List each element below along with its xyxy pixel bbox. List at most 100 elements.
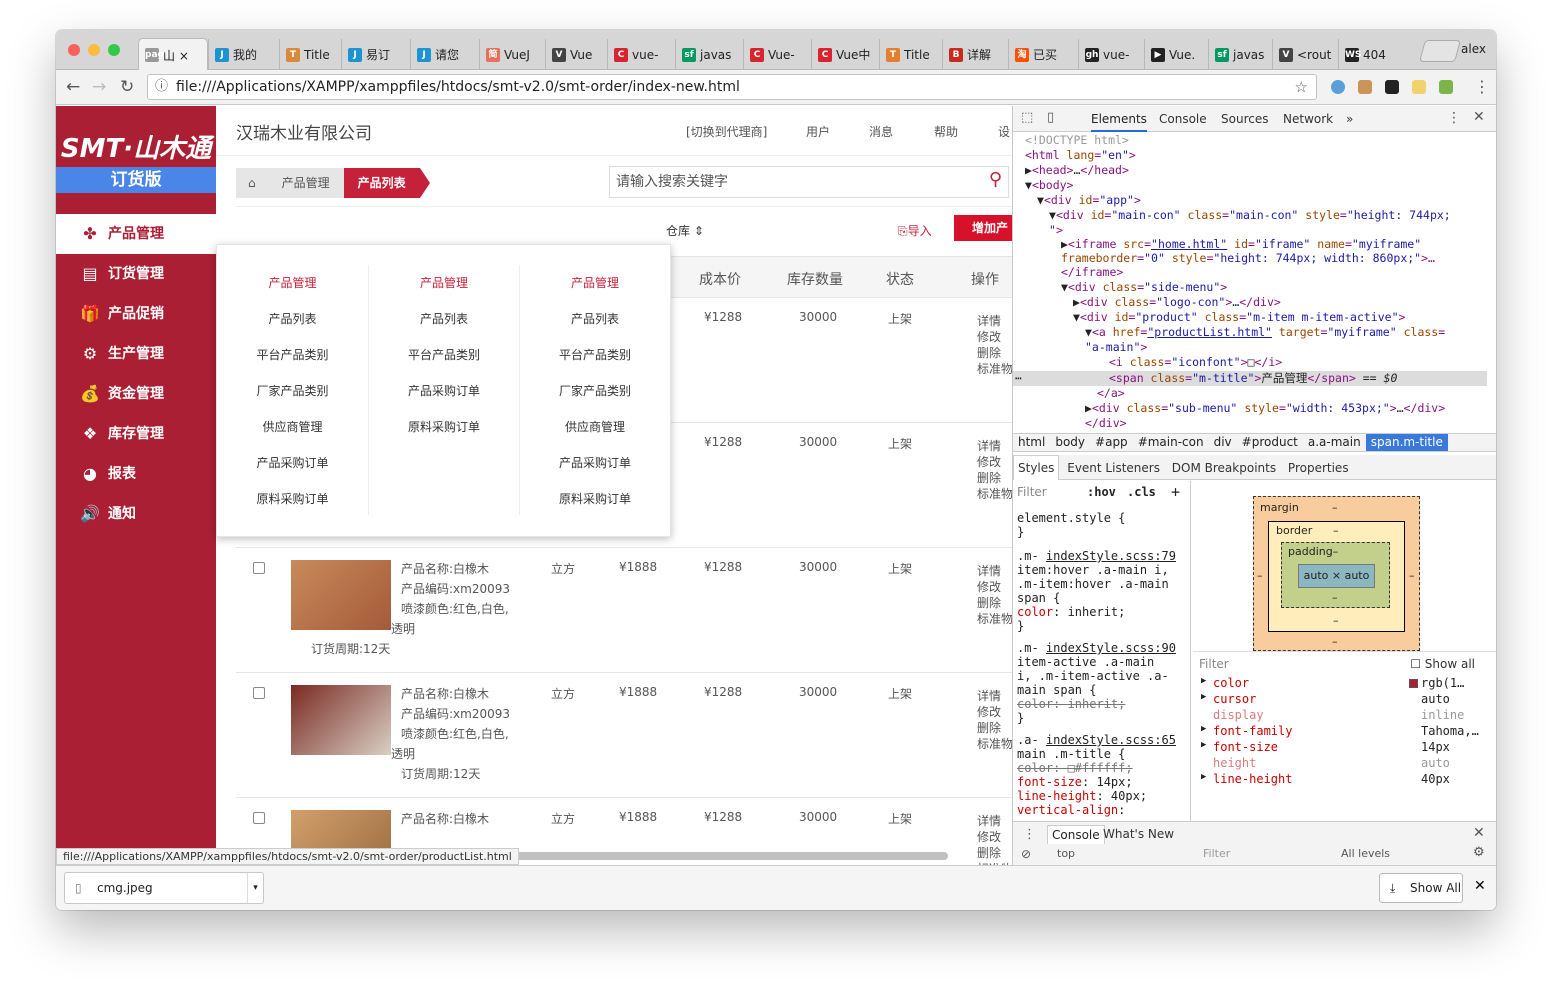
submenu-item[interactable]: 产品采购订单: [520, 445, 670, 481]
back-icon[interactable]: ←: [66, 76, 80, 98]
extension-hammer-icon[interactable]: [1358, 80, 1372, 94]
sidebar-item[interactable]: 💰 资金管理: [56, 374, 216, 414]
submenu-item[interactable]: 产品列表: [217, 301, 368, 337]
styles-pane[interactable]: Filter :hov .cls + element.style { } .m-…: [1013, 481, 1191, 821]
tab-sources[interactable]: Sources: [1221, 112, 1268, 126]
bookmark-star-icon[interactable]: ☆: [1295, 75, 1308, 99]
settings-link[interactable]: 设: [998, 123, 1010, 140]
computed-filter-input[interactable]: Filter ☐ Show all: [1193, 651, 1496, 675]
browser-tab[interactable]: sf javas: [1208, 39, 1272, 70]
browser-tab[interactable]: T Title: [879, 39, 942, 70]
submenu-item[interactable]: 平台产品类别: [217, 337, 368, 373]
submenu-item[interactable]: 原料采购订单: [217, 481, 368, 517]
drawer-tab-whats-new[interactable]: What's New: [1103, 827, 1174, 841]
row-checkbox[interactable]: [253, 562, 265, 574]
dom-path-item[interactable]: html: [1013, 434, 1050, 451]
extension-cors-icon[interactable]: [1439, 80, 1453, 94]
browser-tab[interactable]: gh vue-: [1078, 39, 1144, 70]
browser-tab[interactable]: V Vue: [545, 39, 607, 70]
switch-agent-link[interactable]: [切换到代理商]: [686, 123, 767, 140]
row-action-3[interactable]: 标准物料: [977, 735, 1012, 752]
sidebar-item[interactable]: ❖ 库存管理: [56, 414, 216, 454]
dom-tree[interactable]: <!DOCTYPE html> <html lang="en"> ▶<head>…: [1013, 133, 1496, 433]
row-action-3[interactable]: 标准物料: [977, 610, 1012, 627]
row-checkbox[interactable]: [253, 812, 265, 824]
devtools-close-icon[interactable]: ✕: [1473, 109, 1485, 125]
browser-tab[interactable]: Cvue-: [607, 39, 675, 70]
expand-arrow-icon[interactable]: ▶: [1201, 676, 1206, 686]
row-action-0[interactable]: 详情: [977, 687, 1001, 704]
row-action-1[interactable]: 修改: [977, 453, 1001, 470]
console-settings-icon[interactable]: ⚙: [1473, 845, 1485, 860]
submenu-item[interactable]: 厂家产品类别: [520, 373, 670, 409]
tab-console[interactable]: Console: [1159, 112, 1207, 126]
browser-tab[interactable]: V <rout: [1272, 39, 1338, 70]
dom-path-item[interactable]: body: [1050, 434, 1090, 451]
submenu-item[interactable]: 供应商管理: [520, 409, 670, 445]
dom-path-item[interactable]: #app: [1090, 434, 1133, 451]
reload-icon[interactable]: ↻: [120, 76, 134, 98]
submenu-item[interactable]: 原料采购订单: [520, 481, 670, 517]
messages-link[interactable]: 消息: [869, 123, 893, 140]
minimize-window-icon[interactable]: [88, 44, 100, 56]
download-menu-icon[interactable]: ▾: [247, 873, 263, 903]
submenu-item[interactable]: 供应商管理: [217, 409, 368, 445]
search-icon[interactable]: ⚲: [989, 165, 1002, 195]
sidebar-item[interactable]: ▤ 订货管理: [56, 254, 216, 294]
row-action-0[interactable]: 详情: [977, 437, 1001, 454]
row-action-3[interactable]: 标准物料: [977, 485, 1012, 502]
horizontal-scrollbar[interactable]: [486, 852, 948, 860]
sidebar-item[interactable]: 🎁 产品促销: [56, 294, 216, 334]
browser-tab[interactable]: B 详解: [942, 39, 1008, 70]
browser-tab[interactable]: J 易订: [341, 39, 410, 70]
row-action-1[interactable]: 修改: [977, 703, 1001, 720]
expand-arrow-icon[interactable]: ▶: [1201, 692, 1206, 702]
submenu-item[interactable]: 平台产品类别: [369, 337, 519, 373]
expand-arrow-icon[interactable]: ▶: [1201, 724, 1206, 734]
extension-jb-icon[interactable]: [1385, 80, 1399, 94]
submenu-item[interactable]: 平台产品类别: [520, 337, 670, 373]
row-action-0[interactable]: 详情: [977, 312, 1001, 329]
extension-json-icon[interactable]: [1412, 80, 1426, 94]
drawer-close-icon[interactable]: ✕: [1473, 825, 1485, 841]
help-link[interactable]: 帮助: [934, 123, 958, 140]
row-action-2[interactable]: 删除: [977, 594, 1001, 611]
dom-path-item[interactable]: a.a-main: [1303, 434, 1366, 451]
breadcrumb-product-list[interactable]: 产品列表: [343, 168, 420, 198]
sidebar-item[interactable]: ✤ 产品管理: [56, 214, 216, 254]
add-rule-icon[interactable]: +: [1171, 485, 1185, 500]
clear-console-icon[interactable]: ⊘: [1021, 847, 1031, 861]
computed-row[interactable]: height auto: [1201, 756, 1491, 772]
dom-path-item[interactable]: #main-con: [1133, 434, 1209, 451]
log-levels-select[interactable]: All levels: [1341, 847, 1390, 860]
address-bar[interactable]: ⓘ file:///Applications/XAMPP/xamppfiles/…: [147, 74, 1317, 100]
console-filter-input[interactable]: Filter: [1203, 847, 1230, 860]
drawer-tab-console[interactable]: Console: [1047, 825, 1105, 844]
extension-globe-icon[interactable]: [1331, 80, 1345, 94]
warehouse-select[interactable]: 仓库 ⇕: [666, 222, 704, 239]
browser-tab[interactable]: WS 404: [1338, 39, 1402, 70]
submenu-item[interactable]: 产品采购订单: [217, 445, 368, 481]
browser-tab[interactable]: J 我的: [208, 39, 279, 70]
download-item[interactable]: ▯ cmg.jpeg ▾: [64, 872, 264, 904]
row-action-1[interactable]: 修改: [977, 578, 1001, 595]
profile-name[interactable]: alex: [1461, 42, 1486, 56]
new-tab-button[interactable]: [1419, 40, 1461, 62]
row-checkbox[interactable]: [253, 687, 265, 699]
computed-row[interactable]: ▶ line-height 40px: [1201, 772, 1491, 788]
browser-tab[interactable]: T Title: [279, 39, 341, 70]
computed-row[interactable]: ▶ font-family Tahoma,…: [1201, 724, 1491, 740]
submenu-item[interactable]: 原料采购订单: [369, 409, 519, 445]
dom-path-item[interactable]: #product: [1237, 434, 1303, 451]
context-select[interactable]: top: [1057, 847, 1075, 860]
row-action-2[interactable]: 删除: [977, 719, 1001, 736]
browser-tab[interactable]: sf javas: [675, 39, 743, 70]
search-input[interactable]: 请输入搜索关键字 ⚲: [609, 166, 1009, 198]
row-action-0[interactable]: 详情: [977, 812, 1001, 829]
tab-event-listeners[interactable]: Event Listeners: [1063, 456, 1164, 480]
device-toolbar-icon[interactable]: ▯: [1047, 110, 1054, 125]
computed-row[interactable]: ▶ font-size 14px: [1201, 740, 1491, 756]
browser-tab[interactable]: page 山 ×: [138, 38, 208, 71]
tab-network[interactable]: Network: [1283, 112, 1333, 126]
browser-tab[interactable]: 简 VueJ: [479, 39, 545, 70]
